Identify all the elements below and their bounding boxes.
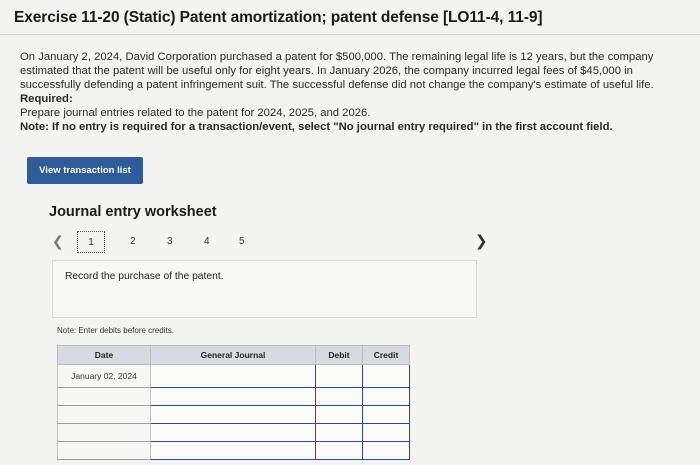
table-row: January 02, 2024: [58, 365, 410, 388]
worksheet-pager: ❮ 1 2 3 4 5: [50, 230, 490, 256]
debit-field[interactable]: [316, 406, 363, 424]
col-debit: Debit: [316, 346, 363, 365]
credit-field[interactable]: [363, 388, 410, 406]
date-cell: [58, 442, 151, 460]
chevron-left-icon[interactable]: ❮: [52, 233, 64, 250]
account-field[interactable]: [151, 365, 316, 388]
page-tab-3[interactable]: 3: [167, 236, 173, 247]
required-label: Required:: [20, 92, 690, 106]
account-field[interactable]: [151, 424, 316, 442]
table-row: [58, 442, 410, 460]
debits-note: Note: Enter debits before credits.: [57, 326, 174, 335]
chevron-right-icon[interactable]: ❯: [475, 232, 488, 250]
table-row: [58, 388, 410, 406]
debit-field[interactable]: [316, 442, 363, 460]
credit-field[interactable]: [363, 442, 410, 460]
date-cell: [58, 424, 151, 442]
required-text: Prepare journal entries related to the p…: [20, 106, 690, 120]
debit-field[interactable]: [316, 424, 363, 442]
table-row: [58, 406, 410, 424]
instruction-text: Record the purchase of the patent.: [65, 271, 224, 282]
page-tab-5[interactable]: 5: [239, 236, 245, 247]
account-field[interactable]: [151, 442, 316, 460]
account-field[interactable]: [151, 406, 316, 424]
debit-field[interactable]: [316, 388, 363, 406]
date-cell: January 02, 2024: [58, 365, 151, 388]
instruction-box: Record the purchase of the patent.: [52, 260, 477, 318]
account-field[interactable]: [151, 388, 316, 406]
worksheet-title: Journal entry worksheet: [49, 204, 217, 220]
exercise-title: Exercise 11-20 (Static) Patent amortizat…: [14, 9, 542, 27]
problem-text: On January 2, 2024, David Corporation pu…: [20, 50, 690, 92]
page-tab-4[interactable]: 4: [204, 236, 210, 247]
credit-field[interactable]: [363, 406, 410, 424]
problem-note: Note: If no entry is required for a tran…: [20, 120, 690, 134]
credit-field[interactable]: [363, 365, 410, 388]
debit-field[interactable]: [316, 365, 363, 388]
col-general-journal: General Journal: [151, 346, 316, 365]
page-tab-1[interactable]: 1: [77, 231, 105, 253]
journal-table: Date General Journal Debit Credit Januar…: [57, 345, 410, 460]
col-credit: Credit: [363, 346, 410, 365]
date-cell: [58, 406, 151, 424]
journal-header-row: Date General Journal Debit Credit: [58, 346, 410, 365]
header-divider: [0, 34, 700, 35]
table-row: [58, 424, 410, 442]
col-date: Date: [58, 346, 151, 365]
problem-statement: On January 2, 2024, David Corporation pu…: [20, 50, 690, 134]
page-tab-2[interactable]: 2: [130, 236, 136, 247]
view-transaction-list-button[interactable]: View transaction list: [27, 157, 143, 184]
credit-field[interactable]: [363, 424, 410, 442]
date-cell: [58, 388, 151, 406]
